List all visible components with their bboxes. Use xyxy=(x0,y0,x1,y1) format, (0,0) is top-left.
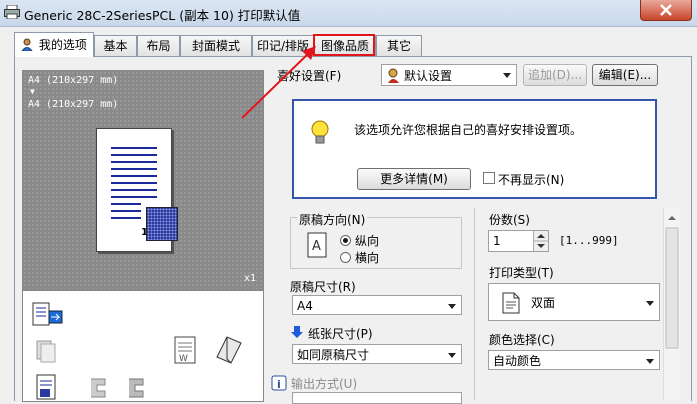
paper-size-value: 如同原稿尺寸 xyxy=(297,348,370,362)
output-method-dropdown[interactable] xyxy=(292,392,462,404)
printer-icon xyxy=(4,5,20,19)
color-document-icon xyxy=(36,374,56,400)
duplex-page-icon xyxy=(502,292,520,314)
landscape-radio[interactable] xyxy=(340,252,351,263)
original-size-dropdown[interactable]: A4 xyxy=(292,295,462,315)
close-icon xyxy=(660,4,672,16)
paper-size-label: 纸张尺寸(P) xyxy=(308,327,373,341)
color-select-dropdown[interactable]: 自动颜色 xyxy=(488,350,660,370)
print-type-dropdown[interactable]: 双面 xyxy=(488,283,660,321)
portrait-label: 纵向 xyxy=(355,234,380,248)
title-bar: Generic 28C-2SeriesPCL (副本 10) 打印默认值 xyxy=(0,0,697,27)
paper-size-dropdown[interactable]: 如同原稿尺寸 xyxy=(292,344,462,364)
annotation-arrow xyxy=(241,46,316,119)
vertical-scrollbar[interactable] xyxy=(663,208,680,400)
preview-output-size: A4 (210x297 mm) xyxy=(28,99,119,110)
add-button[interactable]: 追加(D)... xyxy=(523,64,587,86)
tab-basic[interactable]: 基本 xyxy=(94,35,137,56)
preview-copies: x1 xyxy=(244,273,257,284)
favorites-icon xyxy=(388,68,399,83)
output-method-label: 输出方式(U) xyxy=(291,377,358,391)
function-icon-list[interactable]: W xyxy=(22,290,264,402)
tab-other[interactable]: 其它 xyxy=(376,35,422,56)
info-message: 该选项允许您根据自己的喜好安排设置项。 xyxy=(354,123,583,137)
original-size-label: 原稿尺寸(R) xyxy=(290,280,356,294)
tab-layout[interactable]: 布局 xyxy=(137,35,180,56)
orientation-label: 原稿方向(N) xyxy=(297,211,368,228)
print-type-value: 双面 xyxy=(531,296,556,310)
favorites-value: 默认设置 xyxy=(404,69,453,83)
color-select-value: 自动颜色 xyxy=(493,354,542,368)
punch-icon xyxy=(129,378,144,398)
tab-label: 布局 xyxy=(146,39,171,53)
scrollbar-arrows-icon xyxy=(665,216,679,349)
user-icon xyxy=(21,38,34,52)
stepper-arrows-icon xyxy=(534,234,548,248)
svg-text:W: W xyxy=(179,354,188,364)
blue-down-arrow-icon xyxy=(291,326,303,338)
chevron-down-icon xyxy=(448,304,456,309)
close-button[interactable] xyxy=(640,0,692,21)
column-divider xyxy=(474,208,475,400)
image-block-icon xyxy=(146,207,178,241)
portrait-radio[interactable] xyxy=(340,235,351,246)
copies-range: [1...999] xyxy=(559,234,619,247)
svg-text:i: i xyxy=(277,378,281,391)
edit-button[interactable]: 编辑(E)... xyxy=(592,64,658,86)
tab-label: 其它 xyxy=(386,39,411,53)
landscape-label: 横向 xyxy=(355,251,380,265)
copies-stepper[interactable]: 1 xyxy=(488,230,549,252)
more-details-button[interactable]: 更多详情(M) xyxy=(357,168,471,190)
copies-value: 1 xyxy=(493,234,501,248)
tab-label: 我的选项 xyxy=(38,38,87,52)
dont-show-checkbox[interactable] xyxy=(483,172,495,184)
info-icon: i xyxy=(271,375,287,391)
chevron-down-icon xyxy=(503,73,511,78)
tab-label: 基本 xyxy=(103,39,128,53)
booklet-icon xyxy=(216,336,242,364)
info-panel: 该选项允许您根据自己的喜好安排设置项。 更多详情(M) 不再显示(N) xyxy=(292,99,657,199)
color-select-label: 颜色选择(C) xyxy=(489,333,555,347)
dont-show-label: 不再显示(N) xyxy=(498,173,565,187)
chevron-down-icon xyxy=(448,353,456,358)
tab-label: 封面模式 xyxy=(191,39,240,53)
document-arrow-icon xyxy=(32,302,63,326)
chevron-down-icon xyxy=(646,301,654,306)
chevron-down-icon xyxy=(646,359,654,364)
preview-arrow: ▼ xyxy=(30,87,35,96)
svg-text:A: A xyxy=(312,239,321,254)
print-type-label: 打印类型(T) xyxy=(489,266,554,280)
favorites-dropdown[interactable]: 默认设置 xyxy=(381,64,517,86)
watermark-icon: W xyxy=(174,336,196,364)
preview-paper-size: A4 (210x297 mm) xyxy=(28,75,119,86)
copies-label: 份数(S) xyxy=(489,213,530,227)
window-title: Generic 28C-2SeriesPCL (副本 10) 打印默认值 xyxy=(24,8,301,23)
copies-icon xyxy=(36,340,56,363)
portrait-page-icon: A xyxy=(307,232,327,258)
staple-icon xyxy=(91,378,106,398)
tab-my-options[interactable]: 我的选项 xyxy=(14,32,94,57)
original-size-value: A4 xyxy=(297,299,313,313)
